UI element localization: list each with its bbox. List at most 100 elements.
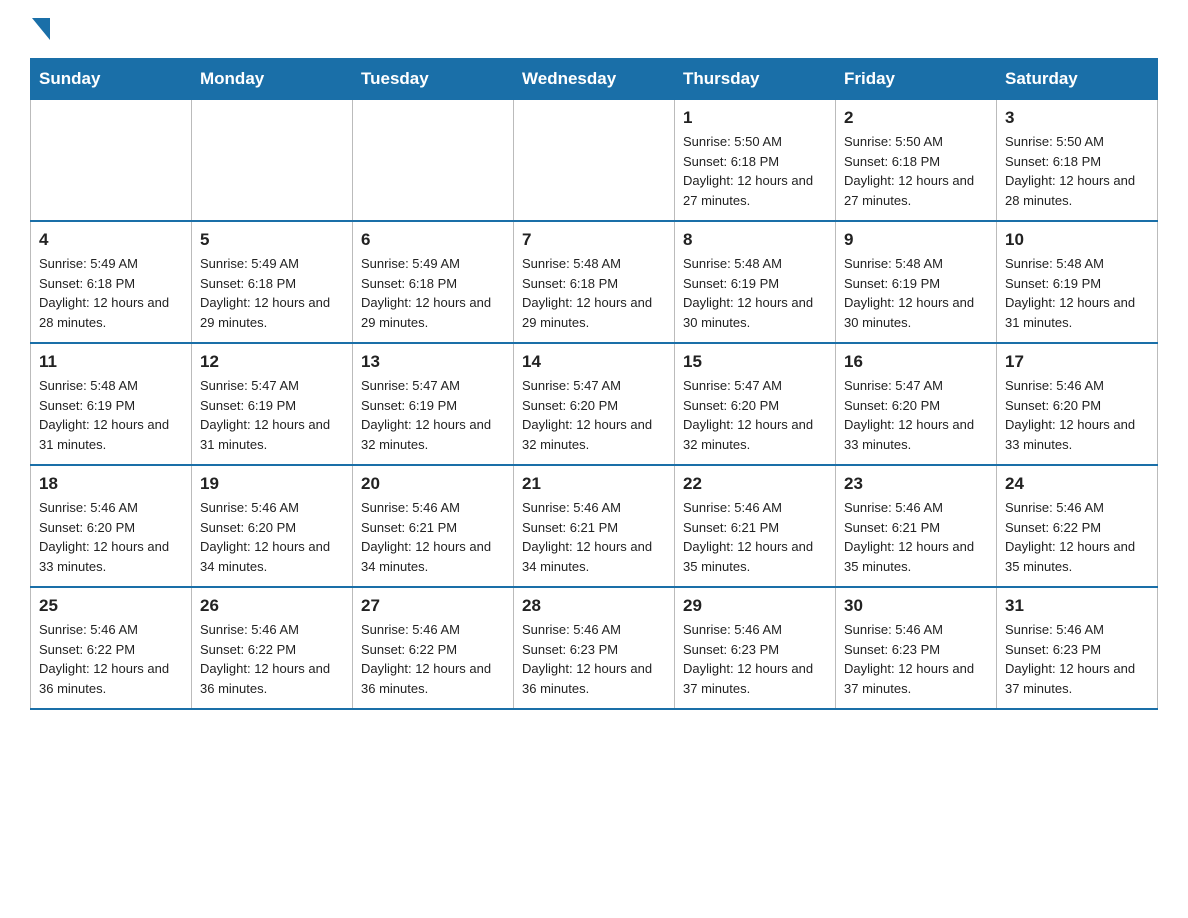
calendar-cell: 14Sunrise: 5:47 AMSunset: 6:20 PMDayligh… — [514, 343, 675, 465]
day-info: Sunrise: 5:46 AMSunset: 6:23 PMDaylight:… — [522, 620, 666, 698]
day-info: Sunrise: 5:46 AMSunset: 6:20 PMDaylight:… — [1005, 376, 1149, 454]
day-header-sunday: Sunday — [31, 59, 192, 100]
day-number: 28 — [522, 596, 666, 616]
day-info: Sunrise: 5:46 AMSunset: 6:21 PMDaylight:… — [844, 498, 988, 576]
day-number: 21 — [522, 474, 666, 494]
calendar-week-row: 1Sunrise: 5:50 AMSunset: 6:18 PMDaylight… — [31, 100, 1158, 222]
day-number: 23 — [844, 474, 988, 494]
day-info: Sunrise: 5:49 AMSunset: 6:18 PMDaylight:… — [361, 254, 505, 332]
calendar-cell: 2 Sunrise: 5:50 AMSunset: 6:18 PMDaylight… — [836, 100, 997, 222]
day-header-monday: Monday — [192, 59, 353, 100]
day-info: Sunrise: 5:49 AMSunset: 6:18 PMDaylight:… — [39, 254, 183, 332]
day-info: Sunrise: 5:46 AMSunset: 6:22 PMDaylight:… — [39, 620, 183, 698]
day-header-thursday: Thursday — [675, 59, 836, 100]
day-number: 29 — [683, 596, 827, 616]
calendar-cell: 22 Sunrise: 5:46 AMSunset: 6:21 PMDayligh… — [675, 465, 836, 587]
calendar-cell — [353, 100, 514, 222]
calendar-cell: 7 Sunrise: 5:48 AMSunset: 6:18 PMDaylight… — [514, 221, 675, 343]
calendar-cell: 17 Sunrise: 5:46 AMSunset: 6:20 PMDayligh… — [997, 343, 1158, 465]
day-info: Sunrise: 5:47 AMSunset: 6:20 PMDaylight:… — [683, 376, 827, 454]
calendar-cell: 23 Sunrise: 5:46 AMSunset: 6:21 PMDayligh… — [836, 465, 997, 587]
day-number: 17 — [1005, 352, 1149, 372]
calendar-cell: 21Sunrise: 5:46 AMSunset: 6:21 PMDayligh… — [514, 465, 675, 587]
day-number: 6 — [361, 230, 505, 250]
day-info: Sunrise: 5:48 AMSunset: 6:18 PMDaylight:… — [522, 254, 666, 332]
calendar-cell: 26 Sunrise: 5:46 AMSunset: 6:22 PMDayligh… — [192, 587, 353, 709]
day-number: 25 — [39, 596, 183, 616]
day-number: 27 — [361, 596, 505, 616]
calendar-week-row: 18 Sunrise: 5:46 AMSunset: 6:20 PMDayligh… — [31, 465, 1158, 587]
calendar-cell: 16 Sunrise: 5:47 AMSunset: 6:20 PMDayligh… — [836, 343, 997, 465]
calendar-cell: 19 Sunrise: 5:46 AMSunset: 6:20 PMDayligh… — [192, 465, 353, 587]
calendar-cell: 24 Sunrise: 5:46 AMSunset: 6:22 PMDayligh… — [997, 465, 1158, 587]
day-info: Sunrise: 5:50 AMSunset: 6:18 PMDaylight:… — [683, 132, 827, 210]
day-info: Sunrise: 5:46 AMSunset: 6:22 PMDaylight:… — [200, 620, 344, 698]
calendar-cell: 13 Sunrise: 5:47 AMSunset: 6:19 PMDayligh… — [353, 343, 514, 465]
day-info: Sunrise: 5:49 AMSunset: 6:18 PMDaylight:… — [200, 254, 344, 332]
day-number: 14 — [522, 352, 666, 372]
day-number: 22 — [683, 474, 827, 494]
day-number: 12 — [200, 352, 344, 372]
logo-triangle-icon — [32, 18, 50, 40]
day-number: 2 — [844, 108, 988, 128]
calendar-cell: 4Sunrise: 5:49 AMSunset: 6:18 PMDaylight… — [31, 221, 192, 343]
day-info: Sunrise: 5:48 AMSunset: 6:19 PMDaylight:… — [683, 254, 827, 332]
day-number: 26 — [200, 596, 344, 616]
logo — [30, 20, 50, 40]
day-header-saturday: Saturday — [997, 59, 1158, 100]
day-info: Sunrise: 5:47 AMSunset: 6:19 PMDaylight:… — [200, 376, 344, 454]
calendar-cell: 9 Sunrise: 5:48 AMSunset: 6:19 PMDaylight… — [836, 221, 997, 343]
calendar-cell: 30 Sunrise: 5:46 AMSunset: 6:23 PMDayligh… — [836, 587, 997, 709]
day-info: Sunrise: 5:46 AMSunset: 6:22 PMDaylight:… — [1005, 498, 1149, 576]
day-info: Sunrise: 5:47 AMSunset: 6:19 PMDaylight:… — [361, 376, 505, 454]
day-number: 19 — [200, 474, 344, 494]
day-info: Sunrise: 5:50 AMSunset: 6:18 PMDaylight:… — [844, 132, 988, 210]
calendar-cell: 18 Sunrise: 5:46 AMSunset: 6:20 PMDayligh… — [31, 465, 192, 587]
day-info: Sunrise: 5:46 AMSunset: 6:21 PMDaylight:… — [683, 498, 827, 576]
calendar-cell: 3Sunrise: 5:50 AMSunset: 6:18 PMDaylight… — [997, 100, 1158, 222]
day-info: Sunrise: 5:46 AMSunset: 6:20 PMDaylight:… — [39, 498, 183, 576]
day-header-tuesday: Tuesday — [353, 59, 514, 100]
day-info: Sunrise: 5:46 AMSunset: 6:21 PMDaylight:… — [361, 498, 505, 576]
calendar-cell: 1Sunrise: 5:50 AMSunset: 6:18 PMDaylight… — [675, 100, 836, 222]
day-number: 8 — [683, 230, 827, 250]
calendar-table: SundayMondayTuesdayWednesdayThursdayFrid… — [30, 58, 1158, 710]
day-number: 15 — [683, 352, 827, 372]
calendar-cell: 29 Sunrise: 5:46 AMSunset: 6:23 PMDayligh… — [675, 587, 836, 709]
day-number: 18 — [39, 474, 183, 494]
day-number: 9 — [844, 230, 988, 250]
day-info: Sunrise: 5:46 AMSunset: 6:23 PMDaylight:… — [683, 620, 827, 698]
calendar-week-row: 25 Sunrise: 5:46 AMSunset: 6:22 PMDayligh… — [31, 587, 1158, 709]
calendar-week-row: 11 Sunrise: 5:48 AMSunset: 6:19 PMDayligh… — [31, 343, 1158, 465]
day-header-wednesday: Wednesday — [514, 59, 675, 100]
calendar-cell: 8 Sunrise: 5:48 AMSunset: 6:19 PMDaylight… — [675, 221, 836, 343]
calendar-cell: 27Sunrise: 5:46 AMSunset: 6:22 PMDayligh… — [353, 587, 514, 709]
day-info: Sunrise: 5:48 AMSunset: 6:19 PMDaylight:… — [844, 254, 988, 332]
day-number: 24 — [1005, 474, 1149, 494]
day-number: 11 — [39, 352, 183, 372]
day-info: Sunrise: 5:46 AMSunset: 6:20 PMDaylight:… — [200, 498, 344, 576]
day-number: 5 — [200, 230, 344, 250]
day-info: Sunrise: 5:48 AMSunset: 6:19 PMDaylight:… — [39, 376, 183, 454]
day-number: 13 — [361, 352, 505, 372]
day-number: 7 — [522, 230, 666, 250]
calendar-cell: 31Sunrise: 5:46 AMSunset: 6:23 PMDayligh… — [997, 587, 1158, 709]
calendar-cell: 5 Sunrise: 5:49 AMSunset: 6:18 PMDaylight… — [192, 221, 353, 343]
day-number: 16 — [844, 352, 988, 372]
calendar-week-row: 4Sunrise: 5:49 AMSunset: 6:18 PMDaylight… — [31, 221, 1158, 343]
calendar-cell: 10 Sunrise: 5:48 AMSunset: 6:19 PMDayligh… — [997, 221, 1158, 343]
calendar-cell — [192, 100, 353, 222]
day-info: Sunrise: 5:47 AMSunset: 6:20 PMDaylight:… — [844, 376, 988, 454]
day-header-friday: Friday — [836, 59, 997, 100]
day-info: Sunrise: 5:48 AMSunset: 6:19 PMDaylight:… — [1005, 254, 1149, 332]
calendar-cell — [514, 100, 675, 222]
day-number: 31 — [1005, 596, 1149, 616]
calendar-cell: 25 Sunrise: 5:46 AMSunset: 6:22 PMDayligh… — [31, 587, 192, 709]
day-number: 3 — [1005, 108, 1149, 128]
day-number: 30 — [844, 596, 988, 616]
day-info: Sunrise: 5:46 AMSunset: 6:23 PMDaylight:… — [844, 620, 988, 698]
calendar-cell — [31, 100, 192, 222]
calendar-cell: 12 Sunrise: 5:47 AMSunset: 6:19 PMDayligh… — [192, 343, 353, 465]
day-number: 10 — [1005, 230, 1149, 250]
calendar-cell: 20Sunrise: 5:46 AMSunset: 6:21 PMDayligh… — [353, 465, 514, 587]
